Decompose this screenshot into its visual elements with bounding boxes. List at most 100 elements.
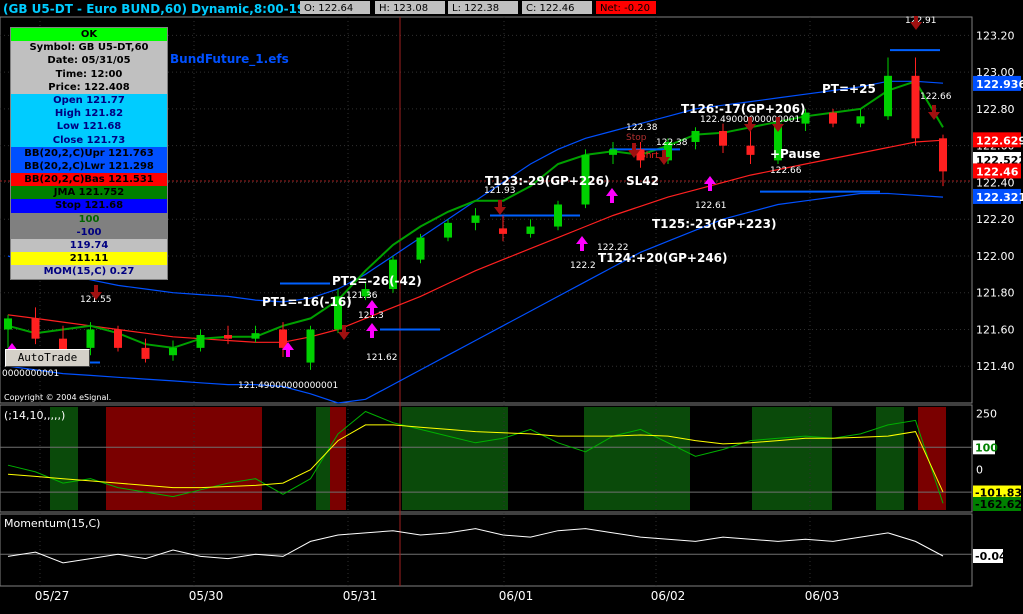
ohlc-readout: O: 122.64 H: 123.08 L: 122.38 C: 122.46 Net:…	[300, 1, 656, 14]
cci-level-label: -162.62	[975, 498, 1022, 511]
candle-body	[939, 138, 947, 172]
price-label: 122.46	[976, 165, 1019, 178]
ohlc-value: H: 123.08	[379, 3, 428, 14]
data-window-row: 119.74	[11, 239, 167, 253]
cci-level-label: 100	[975, 441, 998, 454]
date-tick-label: 06/01	[499, 589, 534, 603]
date-tick-label: 06/03	[805, 589, 840, 603]
candle-body	[416, 237, 425, 260]
copyright: Copyright © 2004 eSignal.	[4, 393, 111, 402]
candle-body	[141, 347, 150, 359]
candle-body	[196, 334, 205, 348]
data-window-row: BB(20,2,C)Bas 121.531	[11, 173, 167, 187]
chart-annotation: 122.2	[570, 261, 596, 271]
chart-annotation: 122.61	[695, 201, 727, 211]
candle-body	[251, 333, 260, 339]
chart-annotation: 0000000001	[2, 369, 59, 379]
data-window-row: BB(20,2,C)Lwr 121.298	[11, 159, 167, 174]
data-window-row: 100	[11, 212, 167, 226]
candle-body	[829, 112, 837, 124]
chart-annotation: T125:-23(GP+223)	[652, 217, 776, 231]
chart-title: (GB U5-DT - Euro BUND,60) Dynamic,8:00-1…	[3, 2, 327, 16]
candle-body	[31, 318, 40, 339]
price-tick-label: 121.40	[976, 360, 1015, 373]
chart-annotation: PT=+25	[822, 82, 876, 96]
study-name: BundFuture_1.efs	[170, 52, 289, 67]
momentum-panel-title: Momentum(15,C)	[4, 517, 100, 530]
cci-zone-red	[330, 407, 346, 510]
cci-zone-green	[402, 407, 508, 510]
candle-body	[719, 130, 727, 146]
chart-annotation: T126:-17(GP+206)	[681, 102, 805, 116]
data-window[interactable]: OK Symbol: GB U5-DT,60 Date: 05/31/05 Time:…	[10, 27, 168, 280]
data-window-row: Time: 12:00	[11, 67, 167, 81]
data-window-row: JMA 121.752	[11, 186, 167, 200]
momentum-panel[interactable]	[0, 513, 973, 587]
price-tick-label: 122.00	[976, 250, 1015, 263]
candle-body	[499, 228, 507, 234]
candle-body	[471, 215, 480, 223]
chart-annotation: PT2=-26(-42)	[332, 274, 422, 288]
cci-tick-label: 0	[976, 464, 983, 477]
candle-body	[911, 75, 920, 139]
candle-body	[169, 347, 177, 356]
autotrade-button[interactable]: AutoTrade	[5, 349, 90, 367]
chart-annotation: 122.66	[920, 92, 952, 102]
chart-annotation: SL42	[626, 174, 659, 188]
data-window-row: OK	[11, 28, 167, 42]
candle-body	[746, 145, 755, 155]
chart-annotation: 122.38	[626, 123, 658, 133]
price-tick-label: 123.20	[976, 29, 1015, 42]
net-value: Net: -0.20	[600, 3, 650, 14]
price-tick-label: 122.80	[976, 103, 1015, 116]
data-window-row: Date: 05/31/05	[11, 54, 167, 68]
momentum-level-label: -0.04	[975, 550, 1007, 563]
date-tick-label: 05/27	[35, 589, 70, 603]
cci-panel-title: (;14,10,,,,,)	[4, 409, 65, 422]
data-window-row: -100	[11, 225, 167, 239]
chart-annotation: 121.62	[366, 353, 398, 363]
data-window-row: MOM(15,C) 0.27	[11, 265, 167, 279]
chart-annotation: 122.38	[656, 138, 688, 148]
ohlc-value: L: 122.38	[452, 3, 499, 14]
cci-tick-label: 250	[976, 408, 997, 421]
candle-body	[691, 130, 700, 142]
candle-body	[526, 226, 535, 234]
data-window-row: 211.11	[11, 252, 167, 266]
price-label: 122.629	[976, 134, 1023, 147]
data-window-row: Low 121.68	[11, 120, 167, 134]
data-window-row: BB(20,2,C)Upr 121.763	[11, 146, 167, 160]
price-tick-label: 121.80	[976, 287, 1015, 300]
price-tick-label: 121.60	[976, 323, 1015, 336]
candle-body	[4, 318, 12, 330]
chart-annotation: T124:+20(GP+246)	[598, 251, 728, 265]
chart-annotation: Shrt	[640, 151, 659, 161]
date-tick-label: 05/31	[343, 589, 378, 603]
candle-body	[114, 329, 122, 348]
candle-body	[856, 116, 865, 124]
ohlc-value: C: 122.46	[526, 3, 575, 14]
cci-zone-red	[918, 407, 946, 510]
cci-zone-red	[106, 407, 262, 510]
chart-annotation: PT1=-16(-16)	[262, 295, 352, 309]
chart-annotation: 121.93	[484, 186, 516, 196]
chart-annotation: 121.49000000000001	[238, 381, 338, 391]
candle-body	[224, 334, 232, 339]
candle-body	[306, 329, 315, 363]
cci-zone-green	[584, 407, 690, 510]
price-tick-label: 122.20	[976, 213, 1015, 226]
cci-zone-green	[876, 407, 904, 510]
data-window-row: Stop 121.68	[11, 199, 167, 213]
cci-zones	[50, 407, 946, 510]
chart-annotation: 121.36	[346, 291, 378, 301]
chart-annotation: Stop	[626, 133, 647, 143]
candle-body	[444, 222, 452, 238]
price-label: 122.936	[976, 78, 1023, 91]
data-window-row: Close 121.73	[11, 133, 167, 147]
candle-body	[884, 75, 892, 117]
chart-annotation: +Pause	[770, 147, 820, 161]
data-window-row: Price: 122.408	[11, 80, 167, 94]
chart-annotation: 122.91	[905, 16, 937, 26]
cci-zone-green	[752, 407, 832, 510]
cci-zone-green	[50, 407, 78, 510]
